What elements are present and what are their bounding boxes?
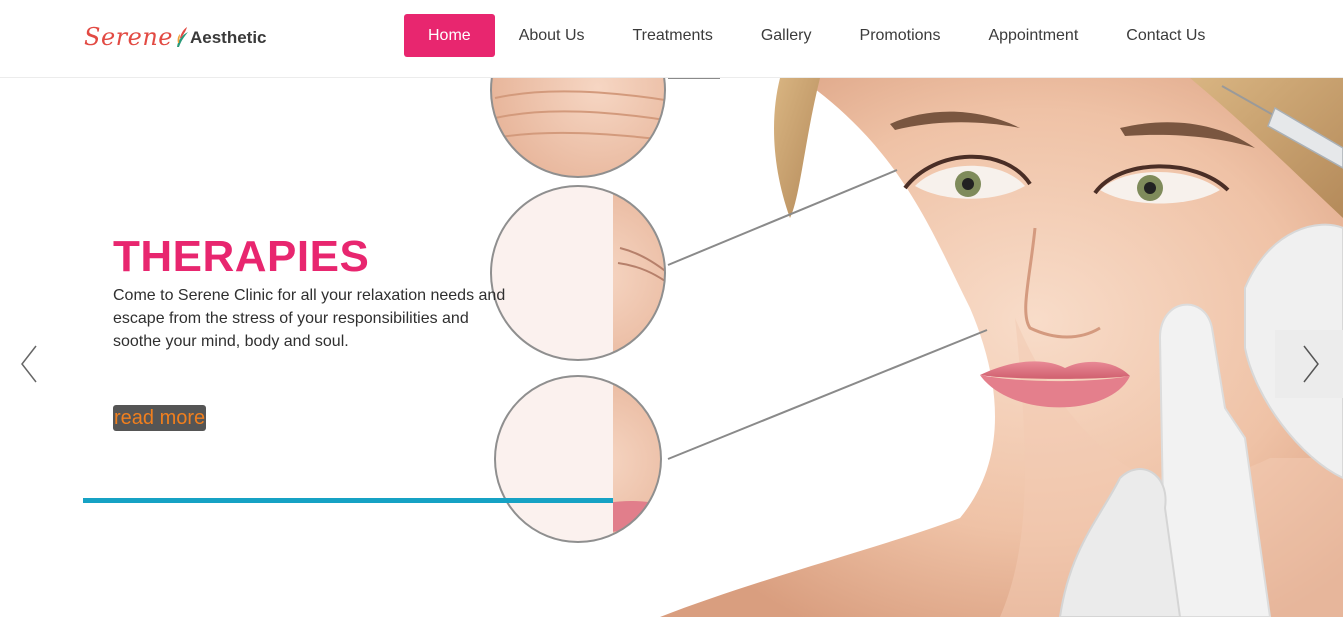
navbar: Serene Aesthetic Home About Us Treatment… — [0, 0, 1343, 78]
hero-description: Come to Serene Clinic for all your relax… — [113, 287, 506, 350]
nav-item-appointment[interactable]: Appointment — [964, 14, 1102, 57]
accent-divider — [83, 498, 613, 503]
main-nav: Home About Us Treatments Gallery Promoti… — [404, 14, 1229, 57]
chevron-right-icon — [1303, 345, 1319, 383]
hero-slider: THERAPIES Come to Serene Clinic for all … — [0, 78, 1343, 617]
nav-item-contact-us[interactable]: Contact Us — [1102, 14, 1229, 57]
slider-prev-button[interactable] — [14, 330, 48, 398]
leaf-logo-icon — [176, 27, 188, 47]
nav-item-gallery[interactable]: Gallery — [737, 14, 836, 57]
nav-item-home[interactable]: Home — [404, 14, 495, 57]
brand-logo[interactable]: Serene Aesthetic — [84, 18, 267, 52]
chevron-left-icon — [21, 345, 37, 383]
logo-serene-text: Serene — [84, 23, 173, 51]
nav-item-treatments[interactable]: Treatments — [609, 14, 737, 57]
read-more-button[interactable]: read more — [113, 405, 207, 431]
slider-next-button[interactable] — [1275, 330, 1343, 398]
logo-aesthetic-text: Aesthetic — [189, 28, 267, 47]
nav-item-about-us[interactable]: About Us — [495, 14, 609, 57]
nav-item-promotions[interactable]: Promotions — [836, 14, 965, 57]
hero-title: THERAPIES — [113, 232, 370, 281]
